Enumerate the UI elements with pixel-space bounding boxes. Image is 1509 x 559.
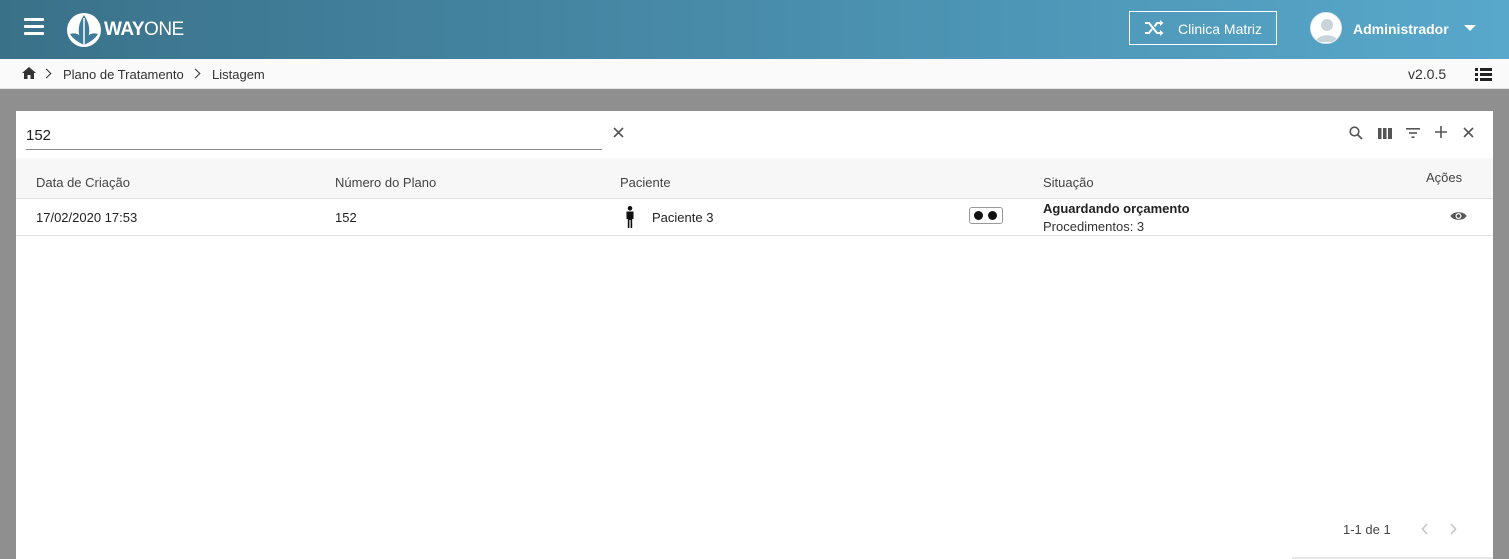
- logo-text-bold: WAY: [104, 19, 145, 40]
- hamburger-menu-icon[interactable]: [24, 18, 44, 36]
- column-header-patient[interactable]: Paciente: [620, 175, 671, 190]
- table-row[interactable]: 17/02/2020 17:53 152 Paciente 3 Aguardan…: [16, 199, 1493, 236]
- cell-plan-number: 152: [335, 210, 357, 225]
- chevron-right-icon: [190, 68, 201, 79]
- eye-icon[interactable]: [1450, 210, 1467, 222]
- next-page-icon[interactable]: [1449, 523, 1457, 535]
- user-name: Administrador: [1353, 21, 1449, 37]
- breadcrumb-item-listagem: Listagem: [212, 67, 265, 82]
- chevron-down-icon[interactable]: [1464, 25, 1476, 31]
- breadcrumb-item-plano[interactable]: Plano de Tratamento: [63, 67, 184, 82]
- table-header: Data de Criação Número do Plano Paciente…: [16, 158, 1493, 199]
- app-version: v2.0.5: [1408, 66, 1447, 82]
- column-header-date[interactable]: Data de Criação: [36, 175, 130, 190]
- clinic-switch-label: Clinica Matriz: [1178, 21, 1263, 37]
- shuffle-icon: [1145, 20, 1164, 36]
- user-avatar-icon: [1316, 19, 1338, 42]
- close-icon[interactable]: [1463, 127, 1474, 138]
- avatar: [1310, 12, 1342, 44]
- list-view-icon[interactable]: [1475, 68, 1492, 81]
- cell-date: 17/02/2020 17:53: [36, 210, 138, 225]
- logo-emblem-icon: [67, 13, 101, 47]
- previous-page-icon[interactable]: [1421, 523, 1429, 535]
- column-header-actions: Ações: [1426, 170, 1463, 185]
- clear-search-close-icon[interactable]: [613, 127, 624, 138]
- top-app-bar: WAYONE Clinica Matriz Administrador: [0, 0, 1509, 59]
- breadcrumb: Plano de Tratamento Listagem v2.0.5: [0, 59, 1509, 89]
- pagination-range: 1-1 de 1: [1343, 522, 1391, 537]
- column-header-plan-number[interactable]: Número do Plano: [335, 175, 436, 190]
- search-input[interactable]: [26, 121, 602, 150]
- add-icon[interactable]: [1435, 126, 1447, 138]
- patient-indicator-badge[interactable]: [969, 207, 1003, 224]
- chevron-right-icon: [41, 68, 52, 79]
- wayone-logo[interactable]: WAYONE: [66, 12, 186, 48]
- cell-status: Aguardando orçamento: [1043, 201, 1190, 216]
- person-icon: [626, 206, 634, 228]
- listing-card: Data de Criação Número do Plano Paciente…: [16, 111, 1493, 559]
- logo-text-light: ONE: [144, 19, 184, 40]
- clinic-switch-button[interactable]: Clinica Matriz: [1129, 11, 1277, 45]
- column-header-status[interactable]: Situação: [1043, 175, 1094, 190]
- columns-icon[interactable]: [1378, 128, 1392, 139]
- search-icon[interactable]: [1349, 126, 1363, 140]
- home-icon[interactable]: [22, 67, 36, 79]
- cell-procedures: Procedimentos: 3: [1043, 219, 1145, 234]
- filter-icon[interactable]: [1406, 128, 1420, 138]
- cell-patient[interactable]: Paciente 3: [652, 210, 713, 225]
